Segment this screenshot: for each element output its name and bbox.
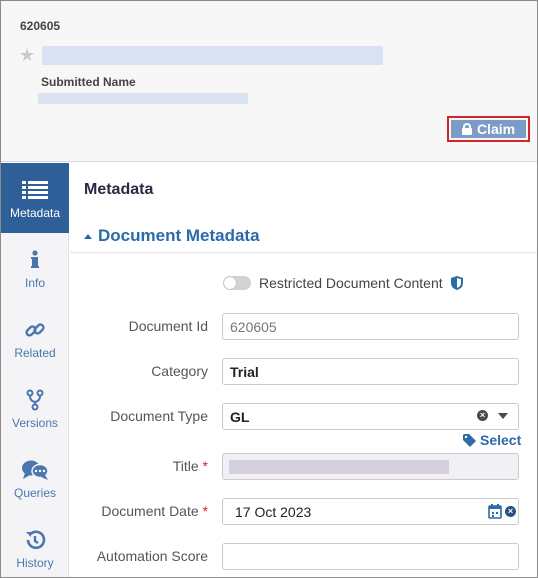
required-marker: * (202, 458, 208, 474)
restricted-content-row: Restricted Document Content (223, 275, 463, 291)
claim-button-highlight: Claim (447, 116, 530, 142)
restricted-content-label: Restricted Document Content (259, 275, 443, 291)
sidebar-item-queries[interactable]: Queries (1, 443, 69, 513)
category-field[interactable]: Trial (222, 358, 519, 385)
document-date-field[interactable]: 17 Oct 2023 × (222, 498, 519, 525)
sidebar-item-metadata[interactable]: Metadata (1, 163, 69, 233)
claim-button[interactable]: Claim (451, 120, 526, 138)
select-link-label: Select (480, 432, 522, 448)
select-controls: × (477, 410, 508, 421)
link-icon (24, 317, 46, 343)
date-controls: × (488, 504, 516, 519)
document-type-label: Document Type (110, 408, 208, 424)
redacted-title (229, 460, 449, 474)
document-id-heading: 620605 (20, 19, 61, 33)
sidebar-item-label: Info (24, 275, 45, 290)
select-link[interactable]: Select (463, 432, 521, 448)
sidebar-item-label: Related (14, 345, 56, 360)
document-id-label: Document Id (128, 318, 208, 334)
redacted-submitted-name (38, 93, 248, 104)
document-date-label-text: Document Date (101, 503, 199, 519)
metadata-panel: Metadata Document Metadata Restricted Do… (70, 163, 537, 577)
automation-score-field[interactable] (222, 543, 519, 570)
document-id-field[interactable]: 620605 (222, 313, 519, 340)
star-icon[interactable]: ★ (19, 46, 37, 64)
tag-icon (463, 433, 476, 447)
document-date-value: 17 Oct 2023 (235, 503, 312, 520)
category-label: Category (151, 363, 208, 379)
automation-score-label: Automation Score (96, 548, 208, 564)
clear-icon[interactable]: × (477, 410, 488, 421)
submitted-name-label: Submitted Name (41, 75, 136, 89)
title-label: Title * (70, 458, 208, 474)
sidebar-item-label: Queries (13, 485, 57, 500)
required-marker: * (202, 503, 208, 519)
history-icon (24, 527, 46, 553)
document-type-value: GL (230, 408, 250, 425)
chevron-down-icon[interactable] (498, 412, 508, 419)
title-field[interactable] (222, 453, 519, 480)
sidebar-item-history[interactable]: History (1, 513, 69, 577)
document-type-select[interactable]: GL × (222, 403, 519, 430)
document-panel: 620605 ★ Submitted Name Claim Metadata I… (0, 0, 538, 578)
document-header: 620605 ★ Submitted Name Claim (1, 1, 537, 162)
info-icon (30, 247, 40, 273)
caret-up-icon (84, 233, 92, 239)
sidebar: Metadata Info Related Versions Queries H… (1, 163, 69, 577)
calendar-icon[interactable] (488, 504, 502, 519)
restricted-content-toggle[interactable] (223, 276, 251, 290)
clear-date-icon[interactable]: × (505, 506, 516, 517)
section-title: Document Metadata (98, 226, 260, 245)
lock-icon (461, 123, 472, 135)
branch-icon (26, 387, 44, 413)
sidebar-item-label: Metadata (9, 205, 61, 220)
page-title: Metadata (84, 181, 154, 198)
title-label-text: Title (172, 458, 199, 474)
sidebar-item-label: Versions (11, 415, 59, 430)
shield-icon (450, 276, 463, 290)
sidebar-item-versions[interactable]: Versions (1, 373, 69, 443)
section-divider (70, 252, 537, 253)
document-date-label: Document Date * (70, 503, 208, 519)
chat-icon (21, 457, 49, 483)
sidebar-item-info[interactable]: Info (1, 233, 69, 303)
sidebar-item-label: History (16, 555, 54, 570)
redacted-document-name (42, 46, 383, 65)
section-toggle-document-metadata[interactable]: Document Metadata (84, 226, 260, 246)
sidebar-item-related[interactable]: Related (1, 303, 69, 373)
claim-button-label: Claim (476, 121, 516, 137)
list-icon (22, 177, 48, 203)
